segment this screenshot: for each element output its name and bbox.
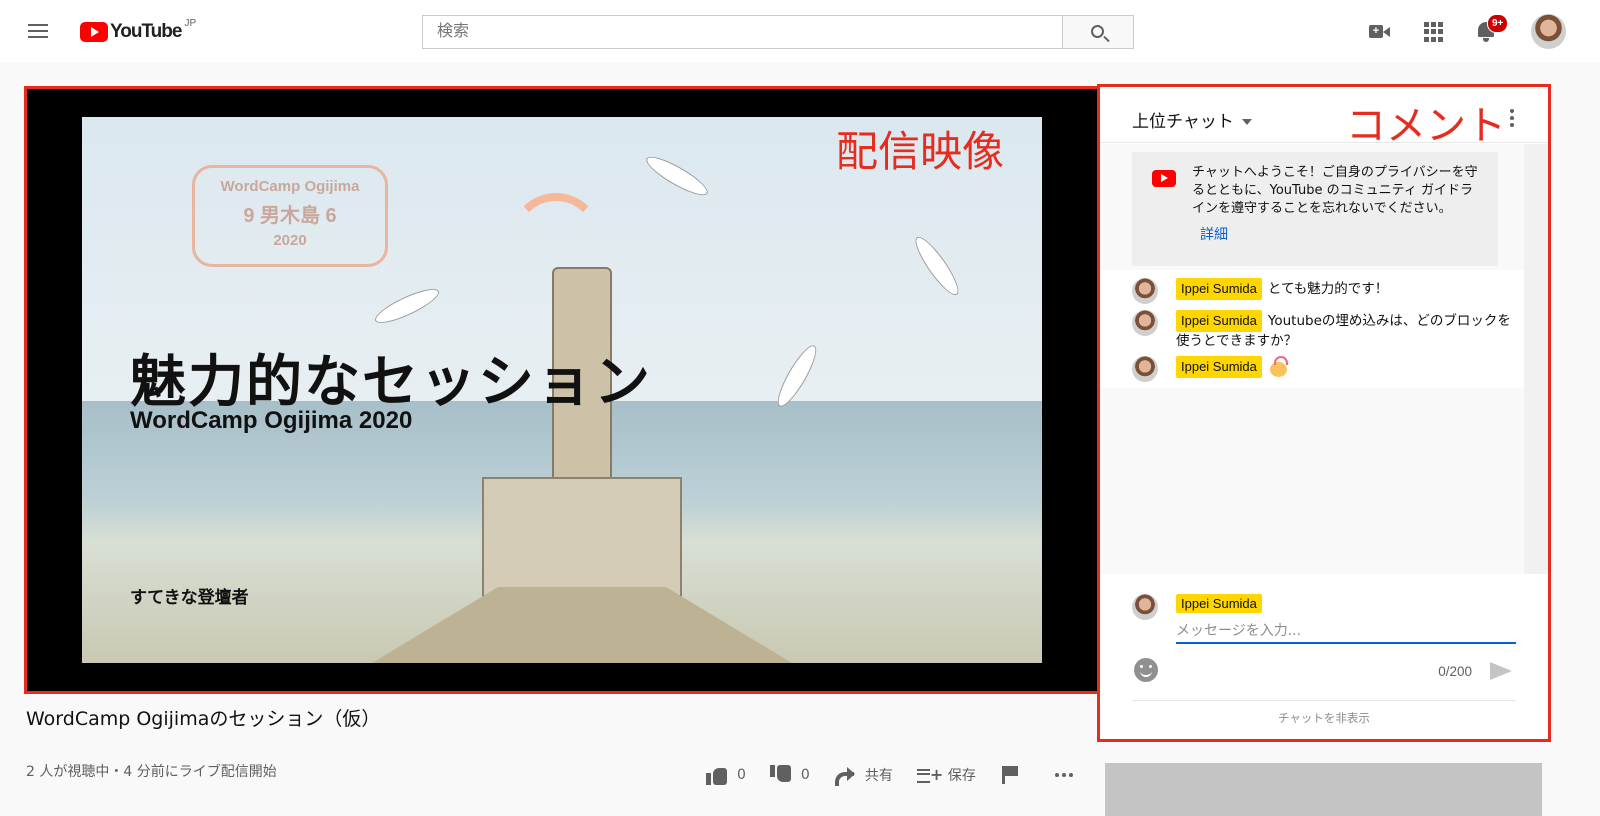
sign-line-1: WordCamp Ogijima <box>220 178 360 195</box>
message-input[interactable] <box>1176 620 1516 644</box>
emoji-picker-icon[interactable] <box>1134 658 1158 682</box>
details-link[interactable]: 詳細 <box>1200 226 1484 244</box>
chat-messages: Ippei Sumida とても魅力的です！ Ippei Sumida Youtub… <box>1100 270 1524 388</box>
share-icon <box>834 765 856 786</box>
search-input[interactable] <box>422 15 1063 49</box>
dropdown-caret-icon <box>1241 119 1252 125</box>
like-count: 0 <box>737 767 746 783</box>
view-count-info: 2 人が視聴中・4 分前にライブ配信開始 <box>26 764 277 780</box>
video-annotation-label: 配信映像 <box>836 127 1005 176</box>
menu-icon[interactable] <box>28 20 52 42</box>
seagull-graphic <box>642 150 712 202</box>
side-content-placeholder <box>1105 763 1542 816</box>
sign-line-3: 2020 <box>273 232 307 249</box>
message-text: とても魅力的です！ <box>1267 281 1389 297</box>
top-header: YouTube JP + 9+ <box>0 0 1600 62</box>
chat-more-icon[interactable] <box>1510 109 1516 127</box>
author-avatar <box>1132 356 1158 382</box>
dislike-count: 0 <box>800 767 810 783</box>
chat-message[interactable]: Ippei Sumida とても魅力的です！ <box>1132 278 1512 304</box>
playlist-add-icon <box>916 765 943 785</box>
chat-welcome-banner: チャットへようこそ！ご自身のプライバシーを守るとともに、YouTube のコミュ… <box>1132 152 1498 266</box>
chat-message-list[interactable]: チャットへようこそ！ご自身のプライバシーを守るとともに、YouTube のコミュ… <box>1100 144 1524 574</box>
seagull-graphic <box>909 232 965 300</box>
flag-icon <box>1000 765 1022 785</box>
path-graphic <box>372 587 792 663</box>
slide-speaker: すてきな登壇者 <box>130 588 249 608</box>
share-button[interactable]: 共有 <box>834 765 893 786</box>
author-name-chip[interactable]: Ippei Sumida <box>1176 310 1262 332</box>
chat-mode-dropdown[interactable]: 上位チャット <box>1132 107 1252 132</box>
search-icon <box>1091 25 1104 38</box>
apps-grid-icon[interactable] <box>1422 20 1446 44</box>
search-button[interactable] <box>1063 15 1134 49</box>
video-actions: 0 0 共有 保存 <box>706 760 1073 790</box>
wifi-heart-emoji-icon <box>1268 356 1288 378</box>
youtube-icon <box>1152 170 1176 187</box>
video-title: WordCamp Ogijimaのセッション（仮） <box>26 708 381 730</box>
author-avatar <box>1132 310 1158 336</box>
thumb-down-icon <box>769 765 792 785</box>
chat-message[interactable]: Ippei Sumida <box>1132 356 1512 382</box>
report-button[interactable] <box>1000 765 1031 785</box>
logo-text: YouTube <box>110 21 182 42</box>
author-name-chip[interactable]: Ippei Sumida <box>1176 278 1262 300</box>
live-video-stream[interactable]: WordCamp Ogijima 9 男木島 6 2020 魅力的なセッション … <box>82 117 1042 663</box>
hide-chat-button[interactable]: チャットを非表示 <box>1100 710 1548 726</box>
logo-region: JP <box>184 17 197 29</box>
chat-composer: Ippei Sumida 0/200 チャットを非表示 <box>1100 574 1548 739</box>
sign-line-2: 9 男木島 6 <box>243 205 337 227</box>
composer-avatar <box>1132 594 1158 620</box>
save-label: 保存 <box>947 768 976 784</box>
author-name-chip[interactable]: Ippei Sumida <box>1176 356 1262 378</box>
account-avatar[interactable] <box>1531 14 1566 49</box>
house-graphic <box>482 477 682 597</box>
live-chat-panel: 上位チャット コメント チャットへようこそ！ご自身のプライバシーを守るとともに、… <box>1097 84 1551 742</box>
chat-scrollbar[interactable] <box>1524 144 1548 574</box>
share-label: 共有 <box>864 768 893 784</box>
divider <box>1132 700 1516 701</box>
send-icon[interactable] <box>1490 662 1512 680</box>
event-sign: WordCamp Ogijima 9 男木島 6 2020 <box>192 165 388 267</box>
slide-title: 魅力的なセッション <box>130 350 652 415</box>
author-avatar <box>1132 278 1158 304</box>
youtube-logo[interactable]: YouTube JP <box>80 17 197 43</box>
composer-author-chip: Ippei Sumida <box>1176 594 1262 613</box>
chat-message[interactable]: Ippei Sumida Youtubeの埋め込みは、どのブロックを使うとできます… <box>1132 310 1512 350</box>
slide-subtitle: WordCamp Ogijima 2020 <box>130 407 413 434</box>
chat-annotation-label: コメント <box>1346 103 1506 149</box>
save-button[interactable]: 保存 <box>916 765 976 785</box>
youtube-play-icon <box>80 22 108 42</box>
dislike-button[interactable]: 0 <box>769 765 810 785</box>
chat-mode-label: 上位チャット <box>1132 112 1234 132</box>
thumb-up-icon <box>706 765 728 785</box>
character-count: 0/200 <box>1438 664 1472 679</box>
chat-header: 上位チャット コメント <box>1100 87 1548 149</box>
more-actions-icon[interactable] <box>1054 773 1073 777</box>
welcome-text: チャットへようこそ！ご自身のプライバシーを守るとともに、YouTube のコミュ… <box>1192 165 1478 216</box>
seagull-graphic <box>371 283 443 329</box>
like-button[interactable]: 0 <box>706 765 746 785</box>
notification-badge: 9+ <box>1487 14 1509 33</box>
seagull-graphic <box>771 341 823 411</box>
create-video-icon[interactable]: + <box>1368 20 1392 44</box>
